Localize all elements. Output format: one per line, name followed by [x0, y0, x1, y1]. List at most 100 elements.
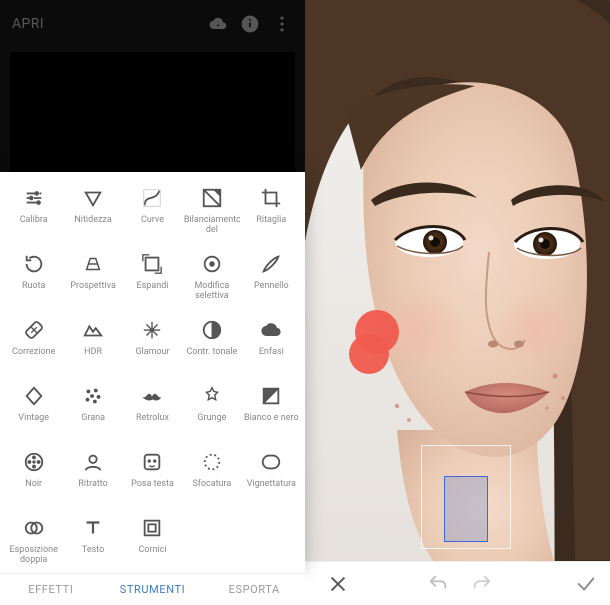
tool-ruota[interactable]: Ruota [4, 252, 63, 316]
triangle-down-icon [81, 186, 105, 210]
sparkle-icon [140, 318, 164, 342]
cloud-icon [259, 318, 283, 342]
tool-retrolux[interactable]: Retrolux [123, 384, 182, 448]
double-icon [22, 516, 46, 540]
tool-label: Curve [141, 215, 164, 225]
info-icon[interactable] [239, 13, 261, 35]
wb-icon [200, 186, 224, 210]
reel-icon [22, 450, 46, 474]
tool-grana[interactable]: Grana [63, 384, 122, 448]
tool-vintage[interactable]: Vintage [4, 384, 63, 448]
tool-ritratto[interactable]: Ritratto [63, 450, 122, 514]
tool-label: Nitidezza [74, 215, 111, 225]
tool-bilanciamento[interactable]: Bilanciamento del [182, 186, 241, 250]
tool-label: Grunge [197, 413, 226, 423]
tool-label: Grana [81, 413, 105, 423]
tool-prospettiva[interactable]: Prospettiva [63, 252, 122, 316]
tool-sfocatura[interactable]: Sfocatura [182, 450, 241, 514]
tool-label: Prospettiva [70, 281, 116, 291]
edit-screen [305, 0, 610, 605]
tool-enfasi[interactable]: Enfasi [242, 318, 301, 382]
tool-vignettatura[interactable]: Vignettatura [242, 450, 301, 514]
grunge-icon [200, 384, 224, 408]
brush-icon [259, 252, 283, 276]
tool-curve[interactable]: Curve [123, 186, 182, 250]
open-button[interactable]: APRI [12, 16, 197, 32]
redo-button[interactable] [463, 573, 501, 595]
cancel-button[interactable] [319, 573, 357, 595]
tab-esporta[interactable]: ESPORTA [203, 574, 305, 605]
tool-label: Retrolux [136, 413, 169, 423]
source-sample-frame[interactable] [421, 445, 511, 549]
tool-contrtonale[interactable]: Contr. tonale [182, 318, 241, 382]
face-icon [140, 450, 164, 474]
tool-label: HDR [84, 347, 102, 357]
diamond-icon [22, 384, 46, 408]
tool-label: Contr. tonale [186, 347, 237, 357]
tool-nitidezza[interactable]: Nitidezza [63, 186, 122, 250]
edit-toolbar [305, 561, 610, 605]
tool-label: Cornici [138, 545, 166, 555]
tool-label: Ruota [22, 281, 45, 291]
bottom-tabs: EFFETTI STRUMENTI ESPORTA [0, 573, 305, 605]
tool-label: Glamour [135, 347, 169, 357]
rotate-icon [22, 252, 46, 276]
tool-espdoppia[interactable]: Esposizione doppia [4, 516, 63, 573]
tool-label: Calibra [20, 215, 48, 225]
tool-calibra[interactable]: Calibra [4, 186, 63, 250]
tool-testo[interactable]: Testo [63, 516, 122, 573]
tab-effetti[interactable]: EFFETTI [0, 574, 102, 605]
tools-screen: APRI Calibra Nitidezza Curve Bilanciamento … [0, 0, 305, 605]
tool-label: Sfocatura [192, 479, 231, 489]
tab-strumenti[interactable]: STRUMENTI [102, 574, 204, 605]
source-sample-inner[interactable] [444, 476, 488, 542]
undo-button[interactable] [419, 573, 457, 595]
tool-bianconero[interactable]: Bianco e nero [242, 384, 301, 448]
tool-correzione[interactable]: Correzione [4, 318, 63, 382]
tool-label: Esposizione doppia [6, 545, 62, 566]
tool-label: Ritratto [78, 479, 107, 489]
blur-icon [200, 450, 224, 474]
curve-icon [140, 186, 164, 210]
tool-glamour[interactable]: Glamour [123, 318, 182, 382]
tool-espandi[interactable]: Espandi [123, 252, 182, 316]
tools-sheet: Calibra Nitidezza Curve Bilanciamento del Ri… [0, 172, 305, 573]
crop-icon [259, 186, 283, 210]
bw-icon [259, 384, 283, 408]
tool-label: Posa testa [131, 479, 174, 489]
tool-noir[interactable]: Noir [4, 450, 63, 514]
more-icon[interactable] [271, 13, 293, 35]
tool-grunge[interactable]: Grunge [182, 384, 241, 448]
tool-label: Pennello [254, 281, 289, 291]
tool-label: Espandi [137, 281, 169, 291]
tool-label: Vignettatura [247, 479, 296, 489]
moustache-icon [140, 384, 164, 408]
tool-cornici[interactable]: Cornici [123, 516, 182, 573]
sliders-icon [22, 186, 46, 210]
tool-modsel[interactable]: Modifica selettiva [182, 252, 241, 316]
heal-icon [22, 318, 46, 342]
tool-label: Vintage [18, 413, 49, 423]
perspective-icon [81, 252, 105, 276]
text-icon [81, 516, 105, 540]
tool-posatesta[interactable]: Posa testa [123, 450, 182, 514]
cloud-sync-icon[interactable] [207, 13, 229, 35]
tool-pennello[interactable]: Pennello [242, 252, 301, 316]
target-icon [200, 252, 224, 276]
vignette-icon [259, 450, 283, 474]
grain-icon [81, 384, 105, 408]
healing-brush-mark [349, 310, 403, 374]
apply-button[interactable] [562, 573, 610, 595]
tool-ritaglia[interactable]: Ritaglia [242, 186, 301, 250]
portrait-icon [81, 450, 105, 474]
tool-label: Bianco e nero [244, 413, 299, 423]
tool-label: Correzione [12, 347, 55, 357]
tool-hdr[interactable]: HDR [63, 318, 122, 382]
contrast-icon [200, 318, 224, 342]
tool-label: Testo [82, 545, 104, 555]
hdr-icon [81, 318, 105, 342]
tool-label: Ritaglia [256, 215, 286, 225]
frame-icon [140, 516, 164, 540]
tool-label: Bilanciamento del [184, 215, 240, 236]
topbar: APRI [0, 0, 305, 48]
